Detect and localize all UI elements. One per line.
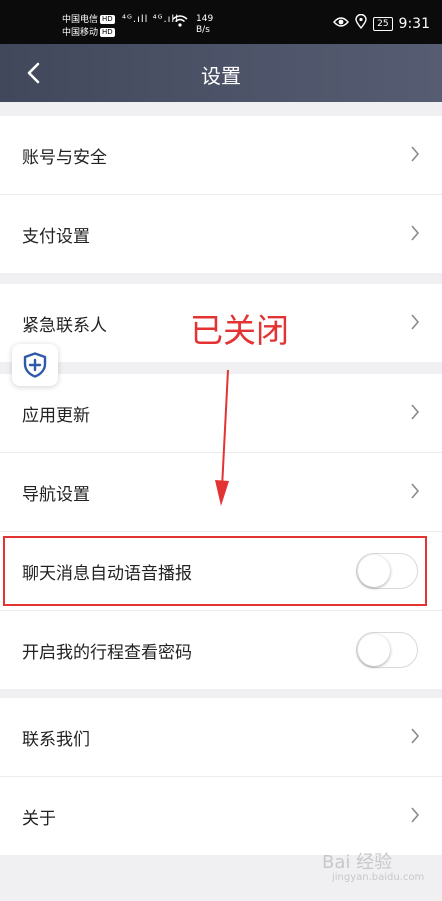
annotation-arrow	[215, 369, 229, 506]
hd-badge-1: HD	[100, 15, 115, 24]
hd-badge-2: HD	[100, 28, 115, 37]
carrier-2: 中国移动	[62, 28, 99, 38]
settings-group-about: 联系我们 关于	[0, 698, 442, 855]
trip-password-toggle[interactable]	[356, 632, 418, 668]
carrier-info: 中国电信 HD 中国移动 HD	[62, 14, 115, 40]
settings-item-label: 开启我的行程查看密码	[22, 642, 192, 663]
status-bar: 中国电信 HD 中国移动 HD ⁴ᴳ.ıll ⁴ᴳ.ıll 149 B/s 25 9…	[0, 0, 442, 44]
settings-item-label: 紧急联系人	[22, 315, 107, 336]
speed-value: 149	[196, 14, 214, 24]
watermark: Bai 经验	[322, 852, 393, 873]
page-title: 设置	[201, 64, 241, 88]
settings-item-trip-password: 开启我的行程查看密码	[0, 611, 442, 689]
nav-bar: 设置	[0, 44, 442, 102]
wifi-icon	[172, 15, 188, 30]
settings-item-label: 应用更新	[22, 405, 90, 426]
settings-group-account: 账号与安全 支付设置	[0, 116, 442, 273]
chevron-right-icon	[411, 225, 420, 241]
annotation-highlight-box	[3, 536, 427, 606]
chevron-right-icon	[411, 728, 420, 744]
location-icon	[355, 13, 367, 33]
eye-icon	[333, 16, 350, 32]
settings-item-about[interactable]: 关于	[0, 777, 442, 855]
status-right: 25 9:31	[333, 13, 430, 33]
annotation-text: 已关闭	[190, 311, 289, 350]
settings-item-label: 联系我们	[22, 729, 90, 750]
chevron-right-icon	[411, 314, 420, 330]
settings-item-label: 支付设置	[22, 226, 90, 247]
speed-unit: B/s	[196, 25, 210, 35]
chevron-right-icon	[411, 146, 420, 162]
settings-item-contact-us[interactable]: 联系我们	[0, 698, 442, 777]
clock: 9:31	[398, 15, 430, 32]
settings-item-payment[interactable]: 支付设置	[0, 195, 442, 273]
settings-item-label: 账号与安全	[22, 147, 107, 168]
shield-plus-icon	[23, 352, 47, 378]
chevron-right-icon	[411, 807, 420, 823]
settings-item-account-security[interactable]: 账号与安全	[0, 116, 442, 195]
battery-icon: 25	[373, 16, 393, 31]
network-speed: 149 B/s	[196, 14, 213, 36]
settings-item-label: 导航设置	[22, 484, 90, 505]
chevron-right-icon	[411, 483, 420, 499]
settings-item-label: 关于	[22, 808, 56, 829]
watermark-url: jingyan.baidu.com	[332, 872, 425, 883]
carrier-1: 中国电信	[62, 15, 99, 25]
chevron-right-icon	[411, 404, 420, 420]
toggle-knob	[358, 634, 390, 666]
signal-icon: ⁴ᴳ.ıll ⁴ᴳ.ıll	[122, 14, 179, 25]
safety-shield-button[interactable]	[12, 344, 58, 386]
